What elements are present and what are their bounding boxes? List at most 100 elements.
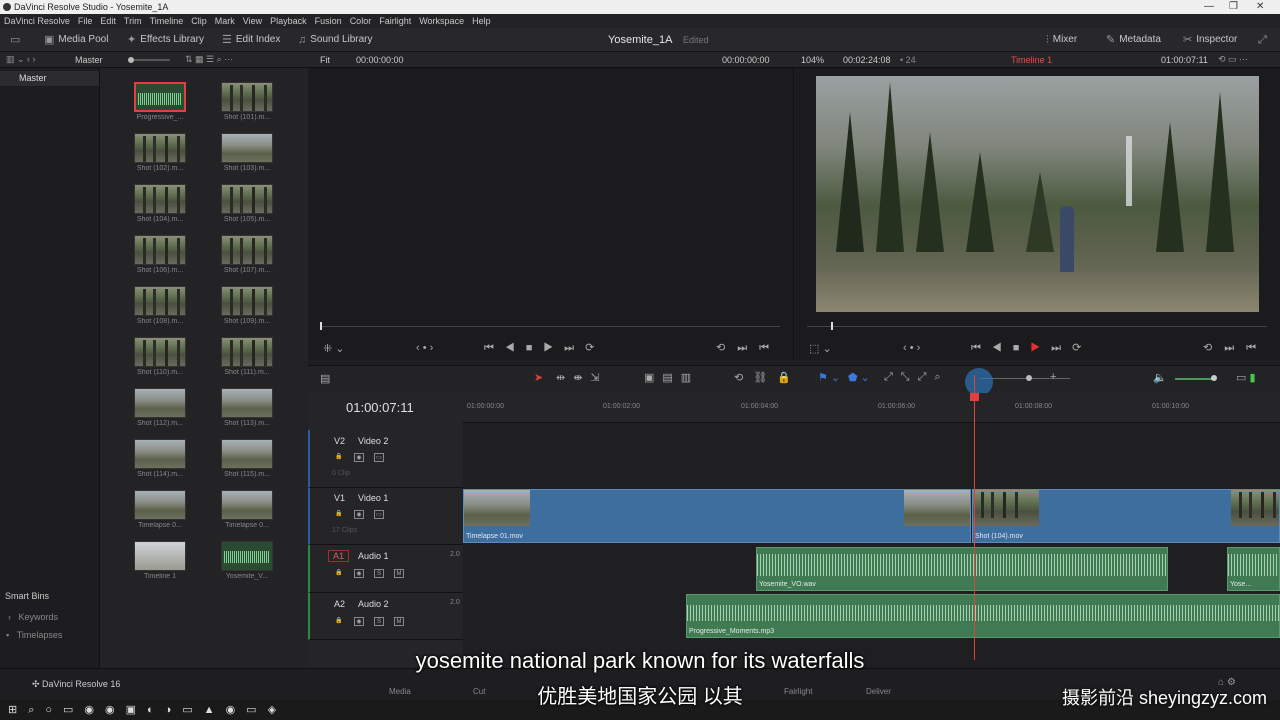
menu-item[interactable]: Trim (124, 16, 142, 26)
zoom-in-icon[interactable]: + (1050, 371, 1056, 383)
timeline-zoom-slider[interactable] (980, 375, 1070, 381)
auto-select-icon[interactable]: ◉ (354, 510, 364, 519)
video-clip[interactable]: Timelapse 01.mov (463, 489, 971, 543)
solo-button[interactable]: S (374, 569, 384, 578)
media-clip[interactable]: Progressive_... (130, 82, 190, 121)
mixer-button[interactable]: ⫶ Mixer (1046, 28, 1077, 52)
media-clip[interactable]: Shot (102).m... (130, 133, 190, 172)
media-clip[interactable]: Shot (107).m... (217, 235, 277, 274)
view-mode-icons[interactable]: ⇅ ▦ ☰ ⌕ ⋯ (185, 54, 233, 65)
edit-index-button[interactable]: ☰ Edit Index (222, 28, 280, 52)
menu-item[interactable]: Color (350, 16, 372, 26)
media-clip[interactable]: Shot (109).m... (217, 286, 277, 325)
menu-item[interactable]: Workspace (419, 16, 464, 26)
bin-name[interactable]: Master (75, 55, 103, 65)
menu-item[interactable]: Timeline (150, 16, 184, 26)
media-clip[interactable]: Shot (111).m... (217, 337, 277, 376)
source-scrubber[interactable] (320, 322, 780, 330)
playhead-handle[interactable] (970, 393, 979, 401)
sound-library-button[interactable]: ♫ Sound Library (298, 28, 373, 52)
restore-icon[interactable]: ❐ (1229, 1, 1238, 12)
volume-icon[interactable]: 🔈 (1153, 371, 1167, 384)
media-clip[interactable]: Shot (108).m... (130, 286, 190, 325)
workspace-icon[interactable]: ▭ (10, 28, 20, 52)
menu-item[interactable]: Clip (191, 16, 207, 26)
auto-select-icon[interactable]: ◉ (354, 453, 364, 462)
solo-button[interactable]: S (374, 617, 384, 626)
insert-tools-icons[interactable]: ▣▤▥ (644, 371, 699, 384)
source-edit-icons[interactable]: ⟲⏭⏮ (716, 341, 781, 355)
zoom-dropdown[interactable]: 104% (801, 55, 824, 65)
audio-scrub-icon[interactable]: ⁜ ⌄ (323, 342, 345, 355)
timeline-area[interactable]: 01:00:00:00 01:00:02:00 01:00:04:00 01:0… (463, 393, 1280, 668)
selection-tool-icon[interactable]: ➤ (534, 371, 543, 384)
panel-toggle-icon[interactable]: ▥ ⌄ ‹ › (6, 54, 36, 65)
media-pool-button[interactable]: ▣ Media Pool (44, 28, 108, 52)
menu-item[interactable]: DaVinci Resolve (4, 16, 70, 26)
jog-icon[interactable]: ‹ • › (416, 342, 433, 354)
media-clip[interactable]: Shot (103).m... (217, 133, 277, 172)
fit-dropdown[interactable]: Fit (320, 55, 330, 65)
source-transport[interactable]: ⏮◀■▶⏭⟳ (484, 341, 605, 355)
video-clip[interactable]: Shot (104).mov (972, 489, 1280, 543)
close-icon[interactable]: ✕ (1256, 1, 1264, 12)
snap-link-lock-icons[interactable]: ⟲⛓🔒 (734, 371, 801, 384)
flag-icon[interactable]: ⚑ ⌄ (818, 371, 840, 384)
lock-icon[interactable]: 🔒 (334, 510, 344, 519)
media-clip[interactable]: Shot (105).m... (217, 184, 277, 223)
menu-item[interactable]: View (243, 16, 262, 26)
mute-button[interactable]: M (394, 617, 404, 626)
smart-bin-keywords[interactable]: › Keywords (8, 612, 58, 622)
menu-item[interactable]: Help (472, 16, 491, 26)
inspector-button[interactable]: ✂ Inspector (1183, 28, 1237, 52)
audio-clip[interactable]: Yosemite_VO.wav (756, 547, 1168, 591)
program-edit-icons[interactable]: ⟲⏭⏮ (1203, 341, 1268, 355)
media-clip[interactable]: Shot (112).m... (130, 388, 190, 427)
track-enable-icon[interactable]: ▭ (374, 453, 384, 462)
media-clip[interactable]: Shot (106).m... (130, 235, 190, 274)
menu-item[interactable]: Fusion (315, 16, 342, 26)
timeline-ruler[interactable]: 01:00:00:00 01:00:02:00 01:00:04:00 01:0… (463, 393, 1280, 423)
media-clip[interactable]: Shot (101).m... (217, 82, 277, 121)
menu-item[interactable]: File (78, 16, 93, 26)
effects-library-button[interactable]: ✦ Effects Library (127, 28, 204, 52)
audio-clip[interactable]: Progressive_Moments.mp3 (686, 594, 1280, 638)
transform-icon[interactable]: ⬚ ⌄ (809, 342, 832, 355)
lock-icon[interactable]: 🔒 (334, 453, 344, 462)
playhead[interactable] (974, 375, 975, 660)
minimize-icon[interactable]: — (1204, 1, 1214, 12)
auto-select-icon[interactable]: ◉ (354, 569, 364, 578)
mute-button[interactable]: M (394, 569, 404, 578)
media-clip[interactable]: Yosemite_V... (217, 541, 277, 580)
media-clip[interactable]: Timelapse 0... (217, 490, 277, 529)
menu-item[interactable]: Fairlight (379, 16, 411, 26)
program-scrubber[interactable] (807, 322, 1267, 330)
expand-icon[interactable]: ⤢ (1258, 28, 1267, 52)
jog-icon[interactable]: ‹ • › (903, 342, 920, 354)
menu-item[interactable]: Playback (270, 16, 307, 26)
audio-clip[interactable]: Yose... (1227, 547, 1280, 591)
media-clip[interactable]: Shot (113).m... (217, 388, 277, 427)
program-transport[interactable]: ⏮◀■▶⏭⟳ (971, 341, 1092, 355)
menu-item[interactable]: Edit (100, 16, 116, 26)
menu-item[interactable]: Mark (215, 16, 235, 26)
meters-icon[interactable]: ▭ ▮ (1236, 371, 1256, 384)
media-clip[interactable]: Shot (114).m... (130, 439, 190, 478)
volume-slider[interactable] (1175, 375, 1217, 381)
viewer-options-icons[interactable]: ⟲ ▭ ⋯ (1218, 54, 1248, 65)
lock-icon[interactable]: 🔒 (334, 617, 344, 626)
media-clip[interactable]: Shot (104).m... (130, 184, 190, 223)
edit-tools-icons[interactable]: ⇹⇼⇲ (556, 371, 608, 384)
media-clip[interactable]: Shot (115).m... (217, 439, 277, 478)
smart-bin-timelapses[interactable]: ▪ Timelapses (6, 630, 62, 640)
metadata-button[interactable]: ✎ Metadata (1106, 28, 1161, 52)
track-enable-icon[interactable]: ▭ (374, 510, 384, 519)
auto-select-icon[interactable]: ◉ (354, 617, 364, 626)
timeline-name[interactable]: Timeline 1 (1011, 55, 1052, 65)
bin-master[interactable]: Master (19, 73, 47, 83)
timeline-view-icon[interactable]: ▤ (320, 372, 330, 385)
media-clip[interactable]: Timelapse 0... (130, 490, 190, 529)
media-clip[interactable]: Timeline 1 (130, 541, 190, 580)
zoom-mode-icons[interactable]: ⤢⤡⤢⌕ (884, 371, 949, 384)
media-clip[interactable]: Shot (110).m... (130, 337, 190, 376)
